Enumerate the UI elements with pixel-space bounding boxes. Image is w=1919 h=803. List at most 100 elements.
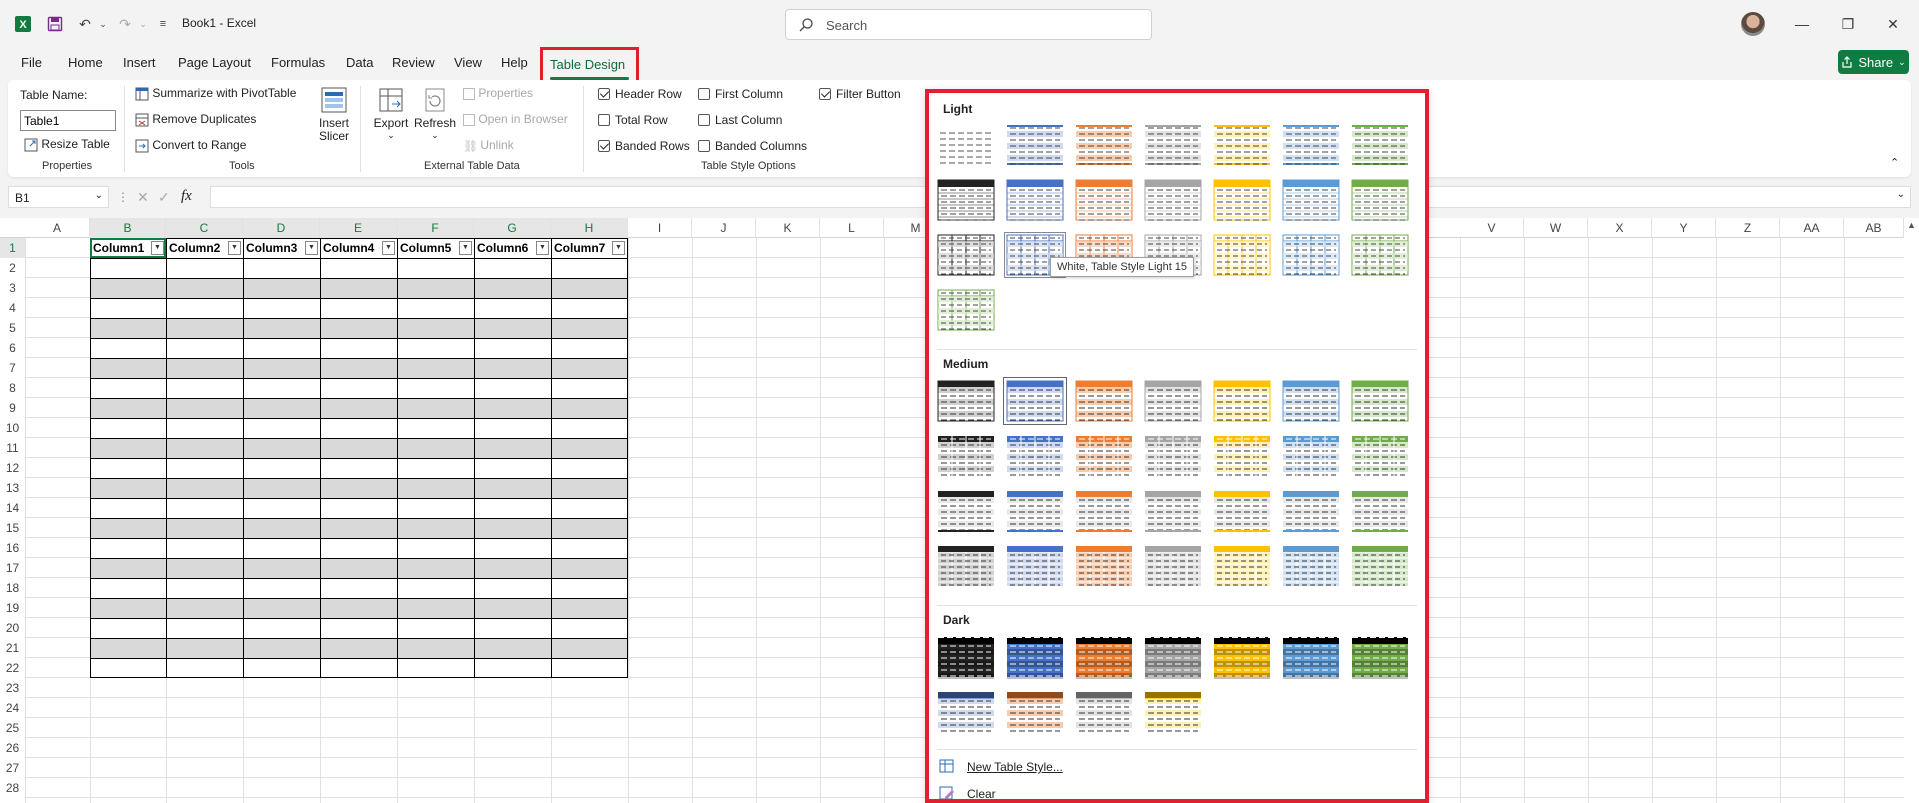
table-cell[interactable]	[551, 598, 628, 618]
row-header-23[interactable]: 23	[0, 678, 25, 698]
table-cell[interactable]	[320, 638, 397, 658]
table-header-cell[interactable]: Column6 ▼	[474, 238, 551, 258]
table-cell[interactable]	[166, 358, 243, 378]
table-style-medium-8[interactable]	[936, 434, 996, 478]
table-cell[interactable]	[474, 598, 551, 618]
table-cell[interactable]	[320, 438, 397, 458]
table-cell[interactable]	[397, 258, 474, 278]
table-style-dark-7[interactable]	[1350, 635, 1410, 679]
table-cell[interactable]	[320, 278, 397, 298]
table-style-light-21[interactable]	[1350, 233, 1410, 277]
column-header-h[interactable]: H	[551, 218, 628, 238]
filter-dropdown-icon[interactable]: ▼	[228, 241, 241, 255]
table-cell[interactable]	[474, 338, 551, 358]
row-header-28[interactable]: 28	[0, 778, 25, 798]
table-cell[interactable]	[166, 378, 243, 398]
table-cell[interactable]	[551, 558, 628, 578]
table-cell[interactable]	[474, 378, 551, 398]
table-cell[interactable]	[397, 538, 474, 558]
table-cell[interactable]	[243, 378, 320, 398]
table-style-medium-25[interactable]	[1143, 544, 1203, 588]
table-style-medium-2[interactable]	[1003, 377, 1067, 425]
table-style-medium-18[interactable]	[1143, 489, 1203, 533]
table-cell[interactable]	[551, 298, 628, 318]
table-cell[interactable]	[397, 278, 474, 298]
table-style-light-2[interactable]	[1005, 123, 1065, 167]
table-cell[interactable]	[474, 658, 551, 678]
table-header-cell[interactable]: Column7 ▼	[551, 238, 628, 258]
table-header-cell[interactable]: Column2 ▼	[166, 238, 243, 258]
tab-review[interactable]: Review	[392, 55, 435, 70]
table-cell[interactable]	[474, 638, 551, 658]
table-style-light-1[interactable]	[936, 123, 996, 167]
column-header-j[interactable]: J	[692, 218, 756, 238]
table-cell[interactable]	[320, 298, 397, 318]
tab-page-layout[interactable]: Page Layout	[178, 55, 251, 70]
table-cell[interactable]	[243, 338, 320, 358]
table-cell[interactable]	[320, 338, 397, 358]
table-cell[interactable]	[551, 458, 628, 478]
column-header-w[interactable]: W	[1524, 218, 1588, 238]
insert-function-icon[interactable]: fx	[181, 188, 192, 205]
banded-rows-checkbox[interactable]	[598, 140, 610, 152]
row-header-20[interactable]: 20	[0, 618, 25, 638]
table-cell[interactable]	[320, 618, 397, 638]
table-style-light-13[interactable]	[1281, 178, 1341, 222]
table-style-dark-4[interactable]	[1143, 635, 1203, 679]
table-cell[interactable]	[166, 498, 243, 518]
table-cell[interactable]	[243, 618, 320, 638]
row-header-24[interactable]: 24	[0, 698, 25, 718]
table-style-medium-19[interactable]	[1212, 489, 1272, 533]
table-cell[interactable]	[320, 498, 397, 518]
table-header-cell[interactable]: Column1 ▼	[90, 238, 166, 258]
table-cell[interactable]	[90, 418, 166, 438]
table-cell[interactable]	[166, 618, 243, 638]
table-cell[interactable]	[474, 498, 551, 518]
table-cell[interactable]	[551, 398, 628, 418]
table-style-light-10[interactable]	[1074, 178, 1134, 222]
table-style-medium-3[interactable]	[1074, 379, 1134, 423]
table-cell[interactable]	[474, 398, 551, 418]
table-style-light-12[interactable]	[1212, 178, 1272, 222]
column-header-k[interactable]: K	[756, 218, 820, 238]
first-column-checkbox[interactable]	[698, 88, 710, 100]
table-cell[interactable]	[243, 558, 320, 578]
table-style-light-19[interactable]	[1212, 233, 1272, 277]
table-header-cell[interactable]: Column5 ▼	[397, 238, 474, 258]
table-style-medium-24[interactable]	[1074, 544, 1134, 588]
new-table-style-item[interactable]: New Table Style...	[929, 755, 1425, 777]
customize-qat-icon[interactable]: ≡	[152, 13, 174, 35]
row-header-18[interactable]: 18	[0, 578, 25, 598]
row-header-27[interactable]: 27	[0, 758, 25, 778]
table-style-dark-11[interactable]	[1143, 690, 1203, 734]
table-cell[interactable]	[320, 578, 397, 598]
table-header-cell[interactable]: Column4 ▼	[320, 238, 397, 258]
row-header-19[interactable]: 19	[0, 598, 25, 618]
table-cell[interactable]	[551, 438, 628, 458]
table-cell[interactable]	[243, 518, 320, 538]
table-cell[interactable]	[397, 498, 474, 518]
table-cell[interactable]	[243, 478, 320, 498]
table-cell[interactable]	[397, 418, 474, 438]
table-cell[interactable]	[397, 618, 474, 638]
table-cell[interactable]	[320, 478, 397, 498]
table-cell[interactable]	[166, 658, 243, 678]
table-cell[interactable]	[320, 538, 397, 558]
last-column-checkbox[interactable]	[698, 114, 710, 126]
row-header-26[interactable]: 26	[0, 738, 25, 758]
table-style-medium-13[interactable]	[1281, 434, 1341, 478]
save-icon[interactable]	[44, 13, 66, 35]
table-cell[interactable]	[397, 378, 474, 398]
table-style-dark-2[interactable]	[1005, 635, 1065, 679]
table-cell[interactable]	[166, 318, 243, 338]
row-header-13[interactable]: 13	[0, 478, 25, 498]
table-style-medium-7[interactable]	[1350, 379, 1410, 423]
table-style-light-15[interactable]	[936, 233, 996, 277]
table-cell[interactable]	[90, 518, 166, 538]
collapse-ribbon-icon[interactable]: ⌃	[1890, 156, 1899, 169]
table-cell[interactable]	[166, 418, 243, 438]
table-cell[interactable]	[243, 498, 320, 518]
table-cell[interactable]	[551, 578, 628, 598]
table-cell[interactable]	[166, 558, 243, 578]
table-cell[interactable]	[90, 618, 166, 638]
